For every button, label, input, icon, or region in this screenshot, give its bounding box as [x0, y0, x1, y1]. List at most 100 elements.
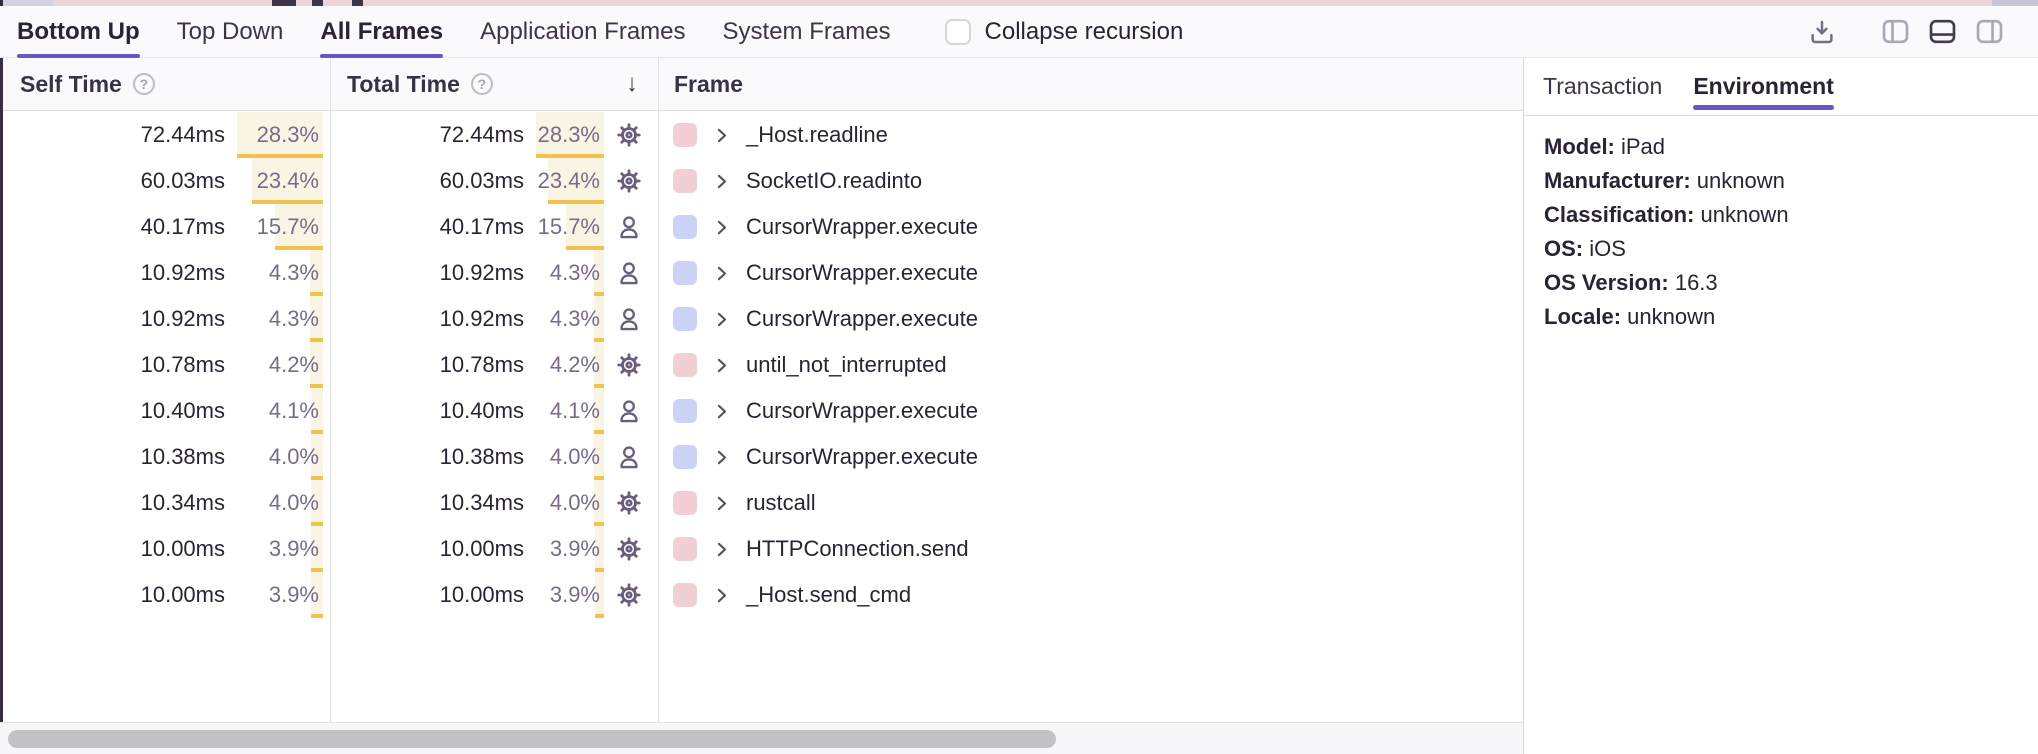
self-percent-cell: 28.3%: [237, 112, 323, 158]
expand-chevron-icon[interactable]: [711, 355, 732, 376]
self-percent-cell: 4.0%: [237, 480, 323, 526]
self-percent-cell: 3.9%: [237, 526, 323, 572]
table-row[interactable]: 10.92ms 4.3% 10.92ms 4.3%: [0, 296, 1523, 342]
details-tab-environment[interactable]: Environment: [1693, 58, 1834, 115]
table-row[interactable]: 10.40ms 4.1% 10.40ms 4.1%: [0, 388, 1523, 434]
gear-icon: [615, 351, 645, 379]
table-row[interactable]: 72.44ms 28.3% 72.44ms 28.3%: [0, 112, 1523, 158]
total-percent-value: 4.0%: [550, 490, 604, 516]
frame-color-swatch: [673, 123, 697, 147]
self-time-cell: 72.44ms 28.3%: [0, 112, 330, 158]
main-split: Self Time ? Total Time ? ↓ Frame 72.44ms…: [0, 58, 2038, 754]
table-row[interactable]: 10.34ms 4.0% 10.34ms 4.0%: [0, 480, 1523, 526]
expand-chevron-icon[interactable]: [711, 401, 732, 422]
expand-chevron-icon[interactable]: [711, 539, 732, 560]
total-time-cell: 10.78ms 4.2%: [330, 342, 658, 388]
frames-table: Self Time ? Total Time ? ↓ Frame 72.44ms…: [0, 58, 1523, 754]
details-tab-transaction[interactable]: Transaction: [1543, 58, 1662, 115]
view-tab-application-frames[interactable]: Application Frames: [480, 6, 685, 57]
total-percent-cell: 4.3%: [536, 296, 604, 342]
frame-name: SocketIO.readinto: [746, 168, 922, 194]
total-percent-cell: 4.0%: [536, 480, 604, 526]
self-time-cell: 10.00ms 3.9%: [0, 572, 330, 618]
frame-cell: HTTPConnection.send: [658, 526, 1523, 572]
view-tab-bottom-up[interactable]: Bottom Up: [17, 6, 140, 57]
user-icon: [615, 443, 645, 471]
collapse-recursion-checkbox[interactable]: [945, 19, 971, 45]
total-time-value: 40.17ms: [440, 214, 524, 240]
self-time-value: 40.17ms: [141, 214, 225, 240]
collapse-recursion-control: Collapse recursion: [945, 18, 1184, 46]
table-row[interactable]: 10.78ms 4.2% 10.78ms 4.2%: [0, 342, 1523, 388]
panel-right-icon[interactable]: [1975, 17, 2004, 46]
total-time-cell: 10.00ms 3.9%: [330, 572, 658, 618]
expand-chevron-icon[interactable]: [711, 447, 732, 468]
panel-bottom-icon[interactable]: [1928, 17, 1957, 46]
self-time-value: 60.03ms: [141, 168, 225, 194]
view-tab-system-frames[interactable]: System Frames: [723, 6, 891, 57]
expand-chevron-icon[interactable]: [711, 263, 732, 284]
self-percent-cell: 4.0%: [237, 434, 323, 480]
total-percent-value: 4.1%: [550, 398, 604, 424]
total-time-cell: 10.34ms 4.0%: [330, 480, 658, 526]
frame-color-swatch: [673, 399, 697, 423]
self-percent-value: 4.2%: [269, 352, 323, 378]
left-border: [0, 58, 3, 722]
self-time-cell: 10.34ms 4.0%: [0, 480, 330, 526]
help-icon[interactable]: ?: [471, 73, 493, 95]
self-percent-value: 4.1%: [269, 398, 323, 424]
total-time-cell: 10.38ms 4.0%: [330, 434, 658, 480]
self-percent-value: 4.0%: [269, 490, 323, 516]
total-percent-value: 3.9%: [550, 582, 604, 608]
self-percent-value: 4.3%: [269, 260, 323, 286]
horizontal-scrollbar-thumb[interactable]: [8, 730, 1056, 748]
frame-cell: CursorWrapper.execute: [658, 296, 1523, 342]
expand-chevron-icon[interactable]: [711, 125, 732, 146]
self-time-cell: 40.17ms 15.7%: [0, 204, 330, 250]
self-percent-value: 23.4%: [257, 168, 323, 194]
environment-field: Manufacturer: unknown: [1544, 164, 2018, 198]
table-row[interactable]: 60.03ms 23.4% 60.03ms 23.4%: [0, 158, 1523, 204]
environment-field: OS Version: 16.3: [1544, 266, 2018, 300]
self-time-value: 10.00ms: [141, 582, 225, 608]
view-tab-all-frames[interactable]: All Frames: [320, 6, 443, 57]
total-time-column-header[interactable]: Total Time ? ↓: [330, 58, 658, 110]
frame-name: CursorWrapper.execute: [746, 214, 978, 240]
self-percent-value: 3.9%: [269, 582, 323, 608]
total-percent-value: 4.2%: [550, 352, 604, 378]
expand-chevron-icon[interactable]: [711, 585, 732, 606]
frame-column-header[interactable]: Frame: [658, 58, 1523, 110]
self-time-value: 10.92ms: [141, 306, 225, 332]
details-panel: TransactionEnvironment Model: iPad Manuf…: [1523, 58, 2038, 754]
environment-field: Classification: unknown: [1544, 198, 2018, 232]
expand-chevron-icon[interactable]: [711, 309, 732, 330]
table-row[interactable]: 10.00ms 3.9% 10.00ms 3.9%: [0, 526, 1523, 572]
download-icon[interactable]: [1807, 17, 1837, 47]
total-time-value: 10.78ms: [440, 352, 524, 378]
panel-left-icon[interactable]: [1881, 17, 1910, 46]
self-time-cell: 10.78ms 4.2%: [0, 342, 330, 388]
field-value: unknown: [1697, 168, 1785, 193]
help-icon[interactable]: ?: [133, 73, 155, 95]
self-percent-cell: 4.2%: [237, 342, 323, 388]
expand-chevron-icon[interactable]: [711, 217, 732, 238]
frame-color-swatch: [673, 353, 697, 377]
horizontal-scrollbar-track[interactable]: [0, 722, 1523, 754]
self-time-value: 10.38ms: [141, 444, 225, 470]
column-divider: [658, 58, 659, 722]
table-row[interactable]: 10.38ms 4.0% 10.38ms 4.0%: [0, 434, 1523, 480]
view-tab-top-down[interactable]: Top Down: [177, 6, 284, 57]
expand-chevron-icon[interactable]: [711, 171, 732, 192]
frame-cell: _Host.send_cmd: [658, 572, 1523, 618]
frame-color-swatch: [673, 215, 697, 239]
table-row[interactable]: 10.92ms 4.3% 10.92ms 4.3%: [0, 250, 1523, 296]
table-row[interactable]: 40.17ms 15.7% 40.17ms 15.7%: [0, 204, 1523, 250]
gear-icon: [615, 167, 645, 195]
expand-chevron-icon[interactable]: [711, 493, 732, 514]
total-time-header-label: Total Time: [347, 71, 460, 98]
frame-name: _Host.send_cmd: [746, 582, 911, 608]
frame-name: CursorWrapper.execute: [746, 306, 978, 332]
self-time-column-header[interactable]: Self Time ?: [0, 58, 330, 110]
table-row[interactable]: 10.00ms 3.9% 10.00ms 3.9%: [0, 572, 1523, 618]
gear-icon: [615, 581, 645, 609]
